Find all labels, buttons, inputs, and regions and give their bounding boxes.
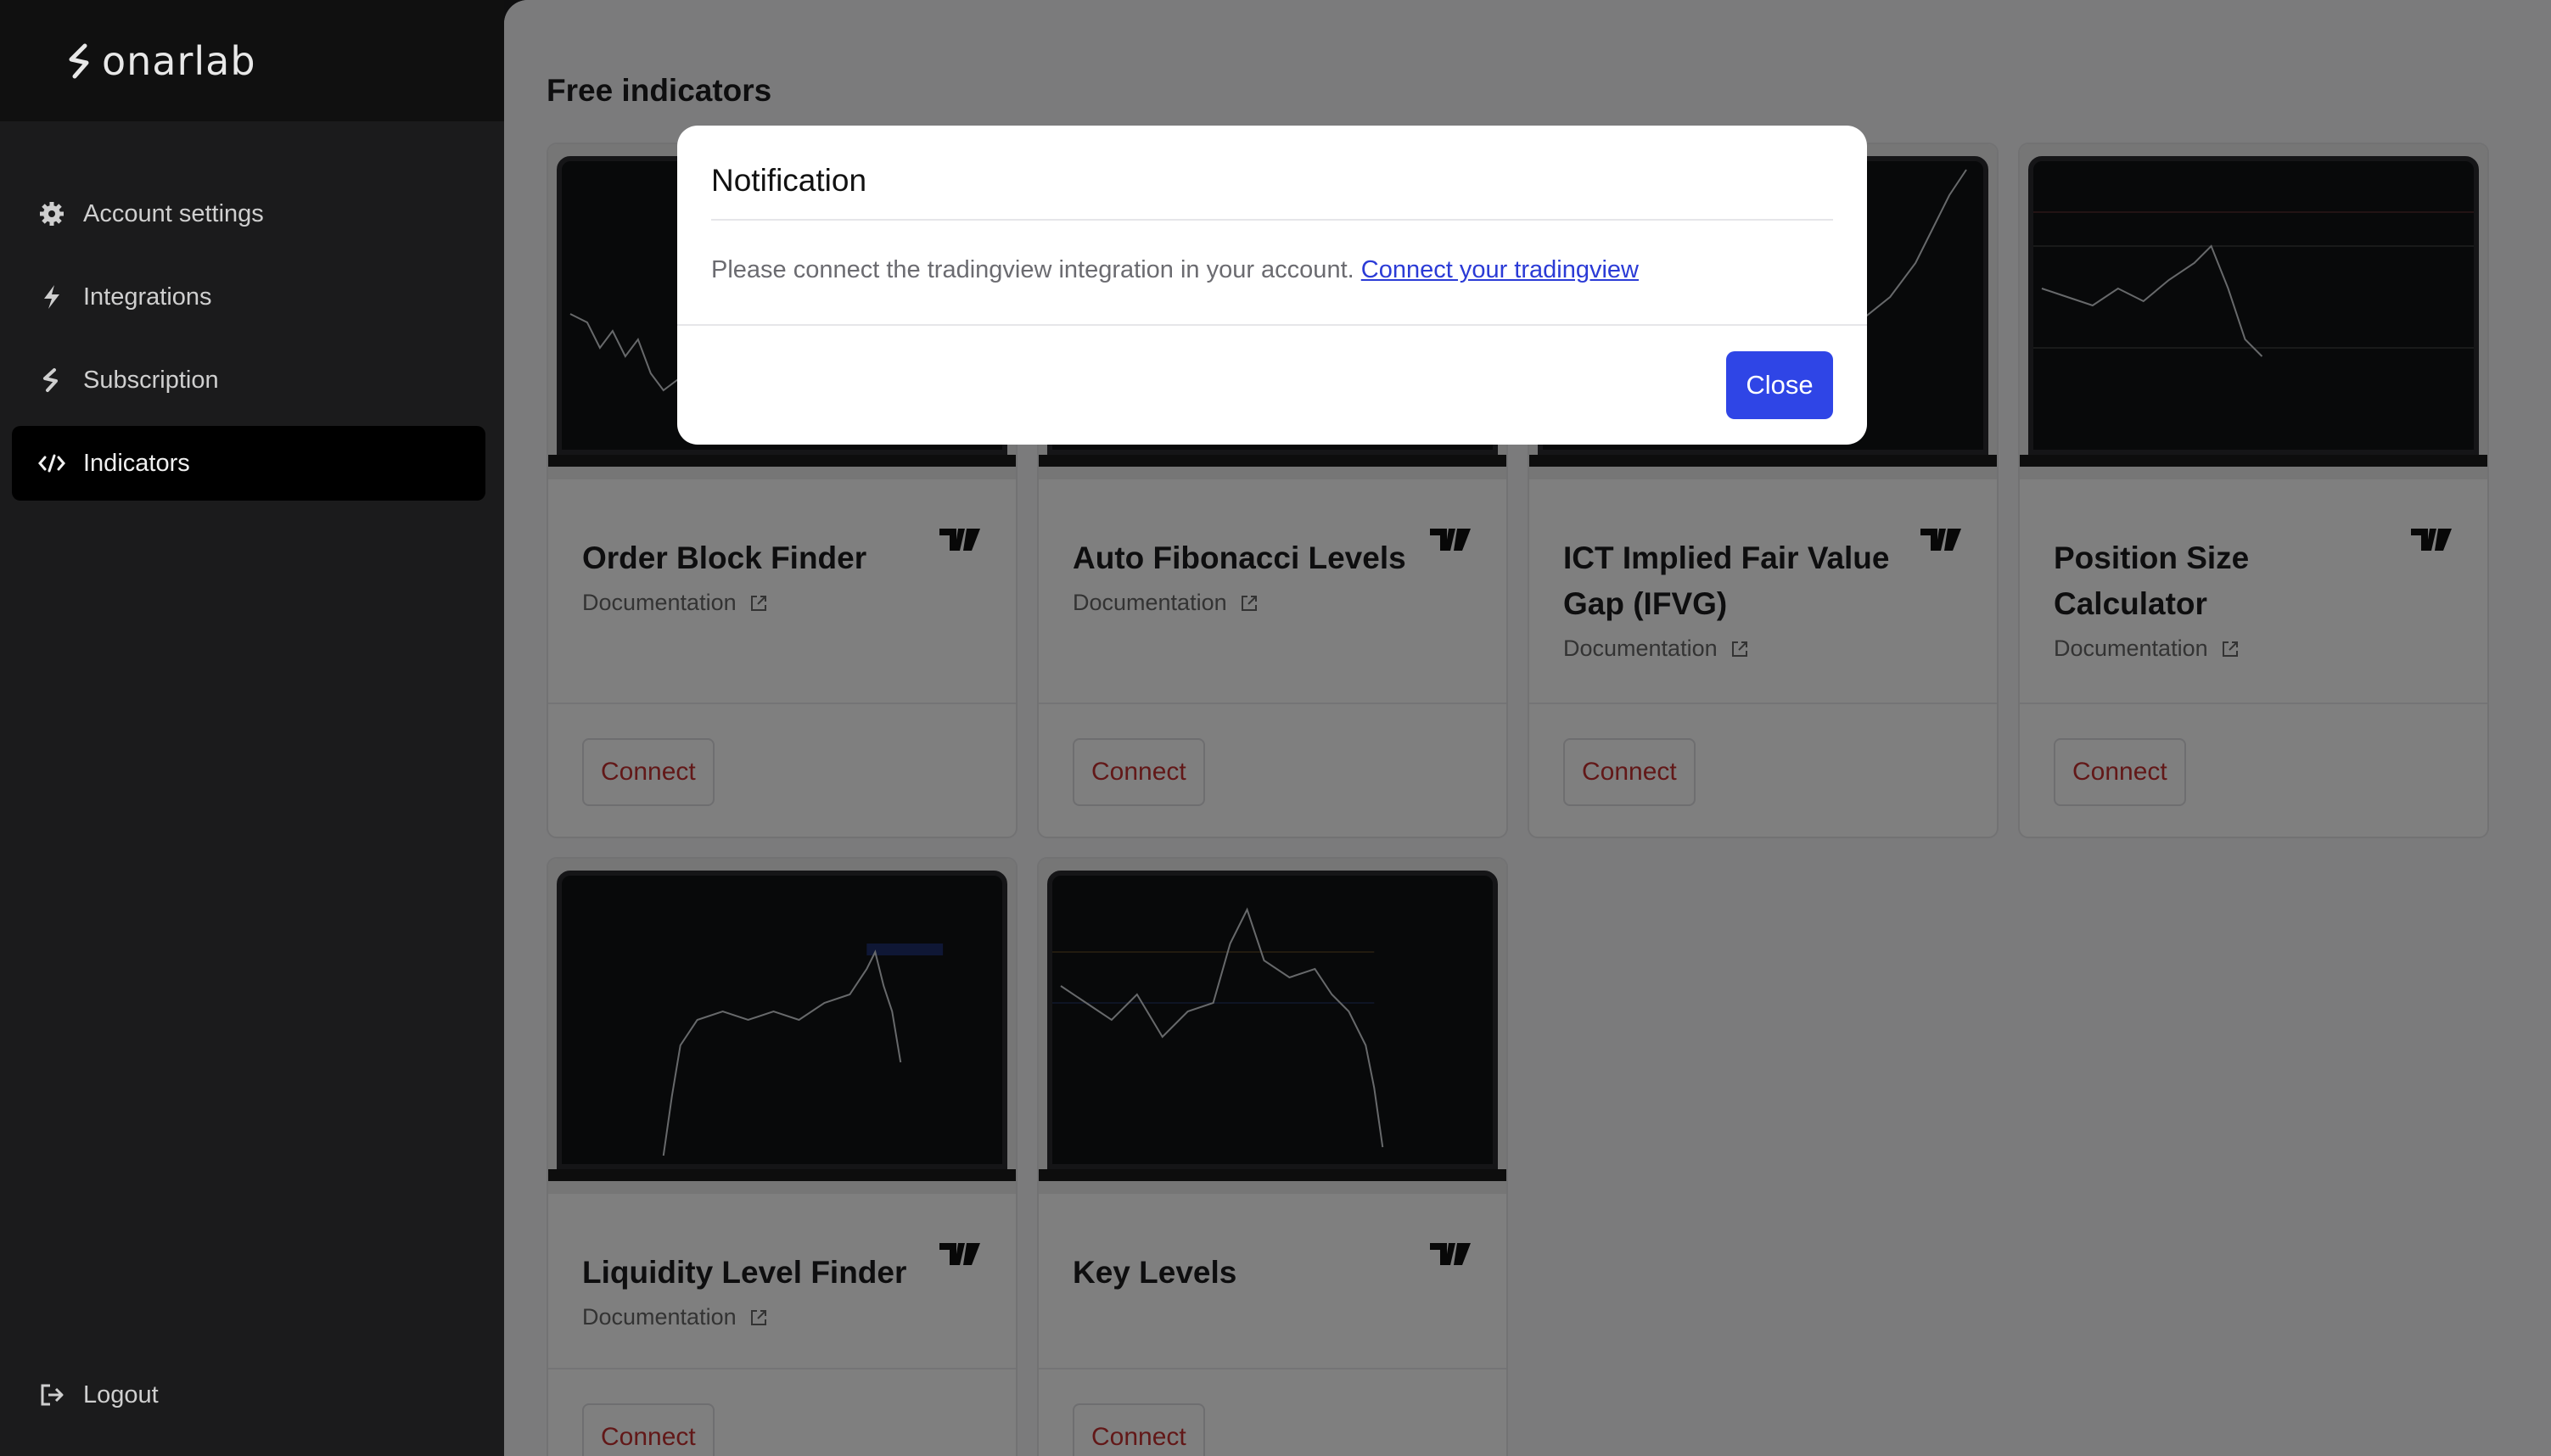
close-button[interactable]: Close — [1726, 351, 1833, 419]
modal-message: Please connect the tradingview integrati… — [711, 256, 1354, 283]
modal-divider — [711, 219, 1833, 221]
modal-title: Notification — [711, 163, 867, 198]
notification-modal: Notification Please connect the tradingv… — [677, 126, 1867, 445]
modal-backdrop-sidebar — [0, 0, 504, 1456]
modal-divider — [677, 324, 1867, 326]
modal-message-row: Please connect the tradingview integrati… — [711, 256, 1639, 284]
connect-tradingview-link[interactable]: Connect your tradingview — [1361, 256, 1639, 283]
